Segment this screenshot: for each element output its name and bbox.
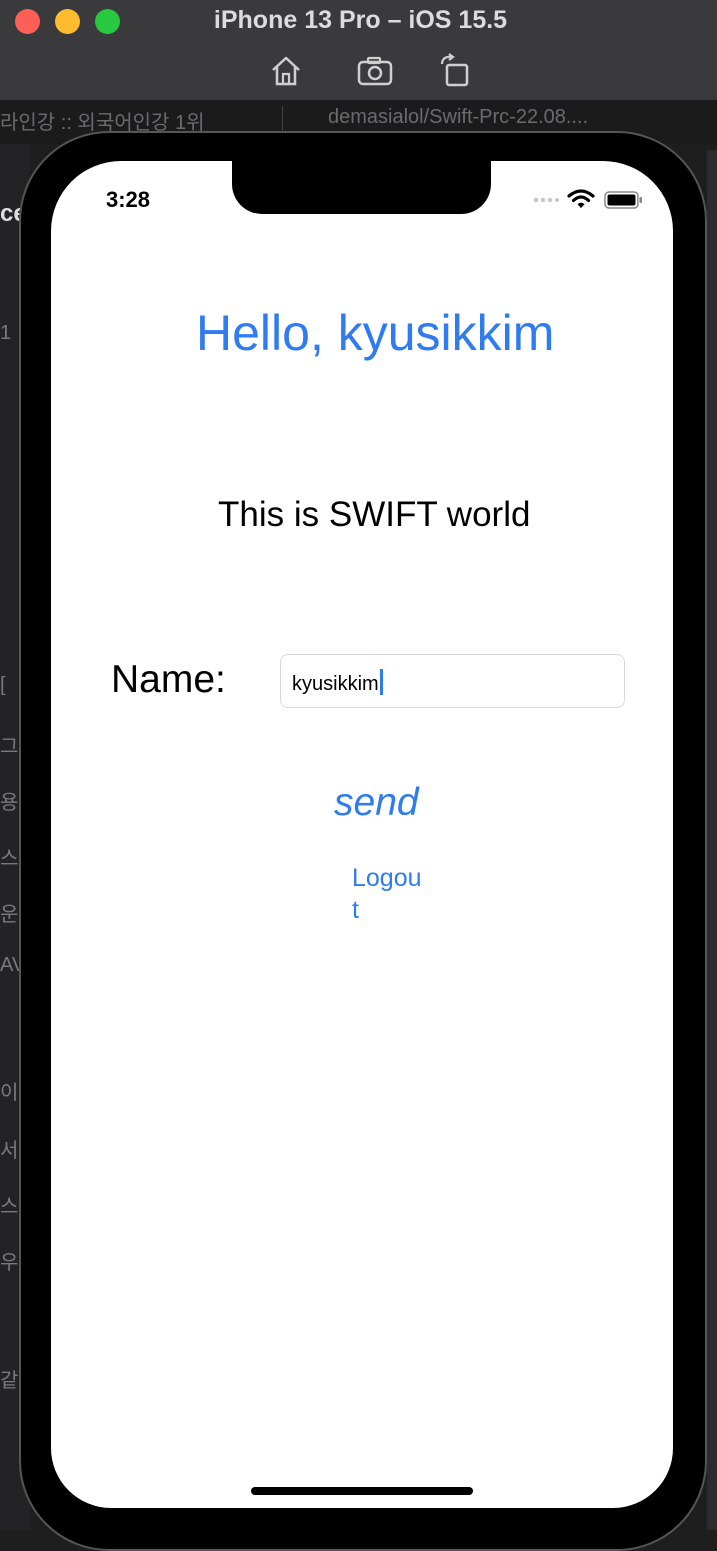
simulator-title-bar: iPhone 13 Pro – iOS 15.5 [0,0,717,101]
signal-dots-icon [533,197,559,203]
background-letter: 서 [0,1140,19,1162]
status-time: 3:28 [106,187,151,212]
subtitle-label: This is SWIFT world [218,495,531,534]
greeting-label: Hello, kyusikkim [196,305,555,361]
background-letter: 운 [0,904,19,926]
background-letter: 이 [0,1082,19,1104]
background-letter: 스 [0,1196,19,1218]
background-letter: 스 [0,848,19,870]
iphone-screen: 3:28 Hello, kyusikkim This is SWIFT worl… [51,161,673,1508]
battery-icon [604,191,642,209]
background-letter: 같 [0,1370,19,1392]
background-letter: 우 [0,1252,19,1274]
home-icon[interactable] [266,52,306,90]
window-title: iPhone 13 Pro – iOS 15.5 [213,6,508,34]
logout-button[interactable]: Logout [352,862,422,926]
home-indicator[interactable] [251,1487,473,1495]
notch [232,161,491,214]
name-field-value: kyusikkim [292,669,383,696]
background-letter: [ [0,674,6,696]
screenshot-icon[interactable] [355,52,395,90]
wifi-icon [567,189,595,208]
name-text-field[interactable]: kyusikkim [280,654,625,708]
name-field-text: kyusikkim [292,673,379,695]
background-tab-right[interactable]: demasialol/Swift-Prc-22.08.... [328,106,588,129]
send-button[interactable]: send [334,781,419,825]
background-letter: 그 [0,736,19,758]
background-scrollbar [707,150,717,1530]
rotate-icon[interactable] [436,52,476,90]
background-letter: 용 [0,792,19,814]
background-letter: 1 [0,322,12,344]
name-label: Name: [111,658,226,701]
text-caret [379,669,383,695]
